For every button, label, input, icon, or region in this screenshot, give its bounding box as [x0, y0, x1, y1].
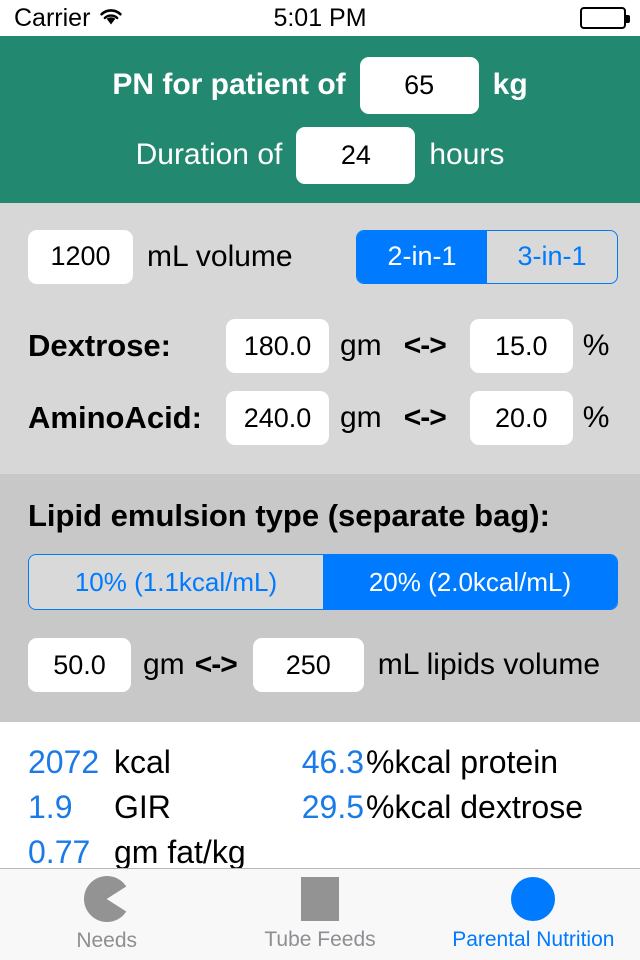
tab-parental-nutrition-label: Parental Nutrition	[452, 928, 615, 951]
result-gir-label: GIR	[114, 789, 171, 825]
lipid-amount-row: 50.0 gm <-> 250 mL lipids volume	[0, 626, 640, 704]
result-gir-value: 1.9	[28, 789, 73, 825]
weight-row: PN for patient of 65 kg	[0, 50, 640, 120]
result-protein-pct-value: 46.3	[301, 744, 364, 780]
patient-label: PN for patient of	[112, 68, 346, 101]
dextrose-row: Dextrose: 180.0 gm <-> 15.0 %	[0, 310, 640, 382]
result-row: 2072 kcal 46.3 %kcal protein	[0, 744, 640, 789]
aminoacid-grams-input[interactable]: 240.0	[226, 391, 329, 445]
weight-unit-label: kg	[492, 68, 528, 101]
result-kcal-label: kcal	[114, 744, 171, 780]
aminoacid-row: AminoAcid: 240.0 gm <-> 20.0 %	[0, 382, 640, 454]
aminoacid-grams-unit: gm	[340, 401, 382, 434]
dextrose-arrow-icon: <->	[403, 329, 447, 362]
aminoacid-percent-input[interactable]: 20.0	[469, 391, 573, 445]
lipid-grams-unit: gm	[143, 648, 185, 681]
status-bar: Carrier 5:01 PM	[0, 0, 640, 36]
dextrose-grams-unit: gm	[340, 329, 382, 362]
aminoacid-label: AminoAcid:	[28, 400, 202, 435]
pac-chart-icon	[83, 876, 130, 922]
mix-option-2-in-1[interactable]: 2-in-1	[357, 230, 487, 283]
volume-label: mL volume	[147, 239, 293, 273]
result-fat-label: gm fat/kg	[114, 834, 246, 870]
duration-label: Duration of	[135, 138, 283, 171]
table-row: 1.9 GIR 29.5 %kcal dextrose	[0, 789, 640, 834]
result-protein-pct-label: %kcal protein	[366, 744, 559, 780]
status-bar-left: Carrier	[14, 4, 124, 33]
dextrose-label: Dextrose:	[28, 328, 171, 363]
duration-unit-label: hours	[429, 138, 505, 171]
mix-type-segmented-control[interactable]: 2-in-1 3-in-1	[356, 229, 618, 284]
volume-row: 1200 mL volume 2-in-1 3-in-1	[0, 203, 640, 310]
tab-tube-feeds[interactable]: Tube Feeds	[213, 869, 426, 960]
carrier-label: Carrier	[14, 3, 91, 32]
lipid-section-title: Lipid emulsion type (separate bag):	[28, 498, 550, 533]
duration-row: Duration of 24 hours	[0, 120, 640, 190]
tab-needs[interactable]: Needs	[0, 869, 213, 960]
tab-parental-nutrition[interactable]: Parental Nutrition	[427, 869, 640, 960]
aminoacid-percent-unit: %	[582, 401, 610, 434]
result-dextrose-pct-label: %kcal dextrose	[366, 789, 583, 825]
tab-needs-label: Needs	[76, 929, 138, 952]
weight-input[interactable]: 65	[359, 56, 479, 114]
wifi-icon	[98, 4, 124, 33]
formula-section: 1200 mL volume 2-in-1 3-in-1 Dextrose: 1…	[0, 203, 640, 474]
lipid-option-10-percent[interactable]: 10% (1.1kcal/mL)	[29, 555, 323, 609]
app-root: Carrier 5:01 PM PN for patient of 65 kg …	[0, 0, 640, 960]
tab-bar: Needs Tube Feeds Parental Nutrition	[0, 868, 640, 960]
status-bar-right	[580, 7, 630, 29]
tab-tube-feeds-label: Tube Feeds	[264, 928, 376, 951]
lipid-section: Lipid emulsion type (separate bag): 10% …	[0, 474, 640, 722]
lipid-volume-label: mL lipids volume	[377, 648, 601, 681]
battery-full-icon	[580, 7, 630, 29]
lipid-volume-input[interactable]: 250	[252, 638, 364, 692]
volume-input[interactable]: 1200	[28, 229, 133, 284]
lipid-option-20-percent[interactable]: 20% (2.0kcal/mL)	[323, 555, 617, 609]
square-icon	[300, 877, 339, 921]
aminoacid-arrow-icon: <->	[403, 401, 447, 434]
circle-icon	[511, 877, 556, 921]
result-dextrose-pct-value: 29.5	[301, 789, 364, 825]
lipid-arrow-icon: <->	[194, 648, 238, 681]
dextrose-percent-input[interactable]: 15.0	[469, 319, 573, 373]
patient-header: PN for patient of 65 kg Duration of 24 h…	[0, 36, 640, 203]
dextrose-grams-input[interactable]: 180.0	[226, 319, 329, 373]
duration-input[interactable]: 24	[296, 126, 416, 184]
mix-option-3-in-1[interactable]: 3-in-1	[487, 231, 617, 283]
dextrose-percent-unit: %	[582, 329, 610, 362]
results-section: 2072 kcal 46.3 %kcal protein 1.9 GIR 29.…	[0, 722, 640, 879]
lipid-grams-input[interactable]: 50.0	[28, 638, 131, 692]
lipid-type-segmented-control[interactable]: 10% (1.1kcal/mL) 20% (2.0kcal/mL)	[28, 554, 618, 610]
lipid-section-spacer	[0, 704, 640, 722]
result-fat-value: 0.77	[28, 834, 91, 870]
result-kcal-value: 2072	[28, 744, 100, 780]
